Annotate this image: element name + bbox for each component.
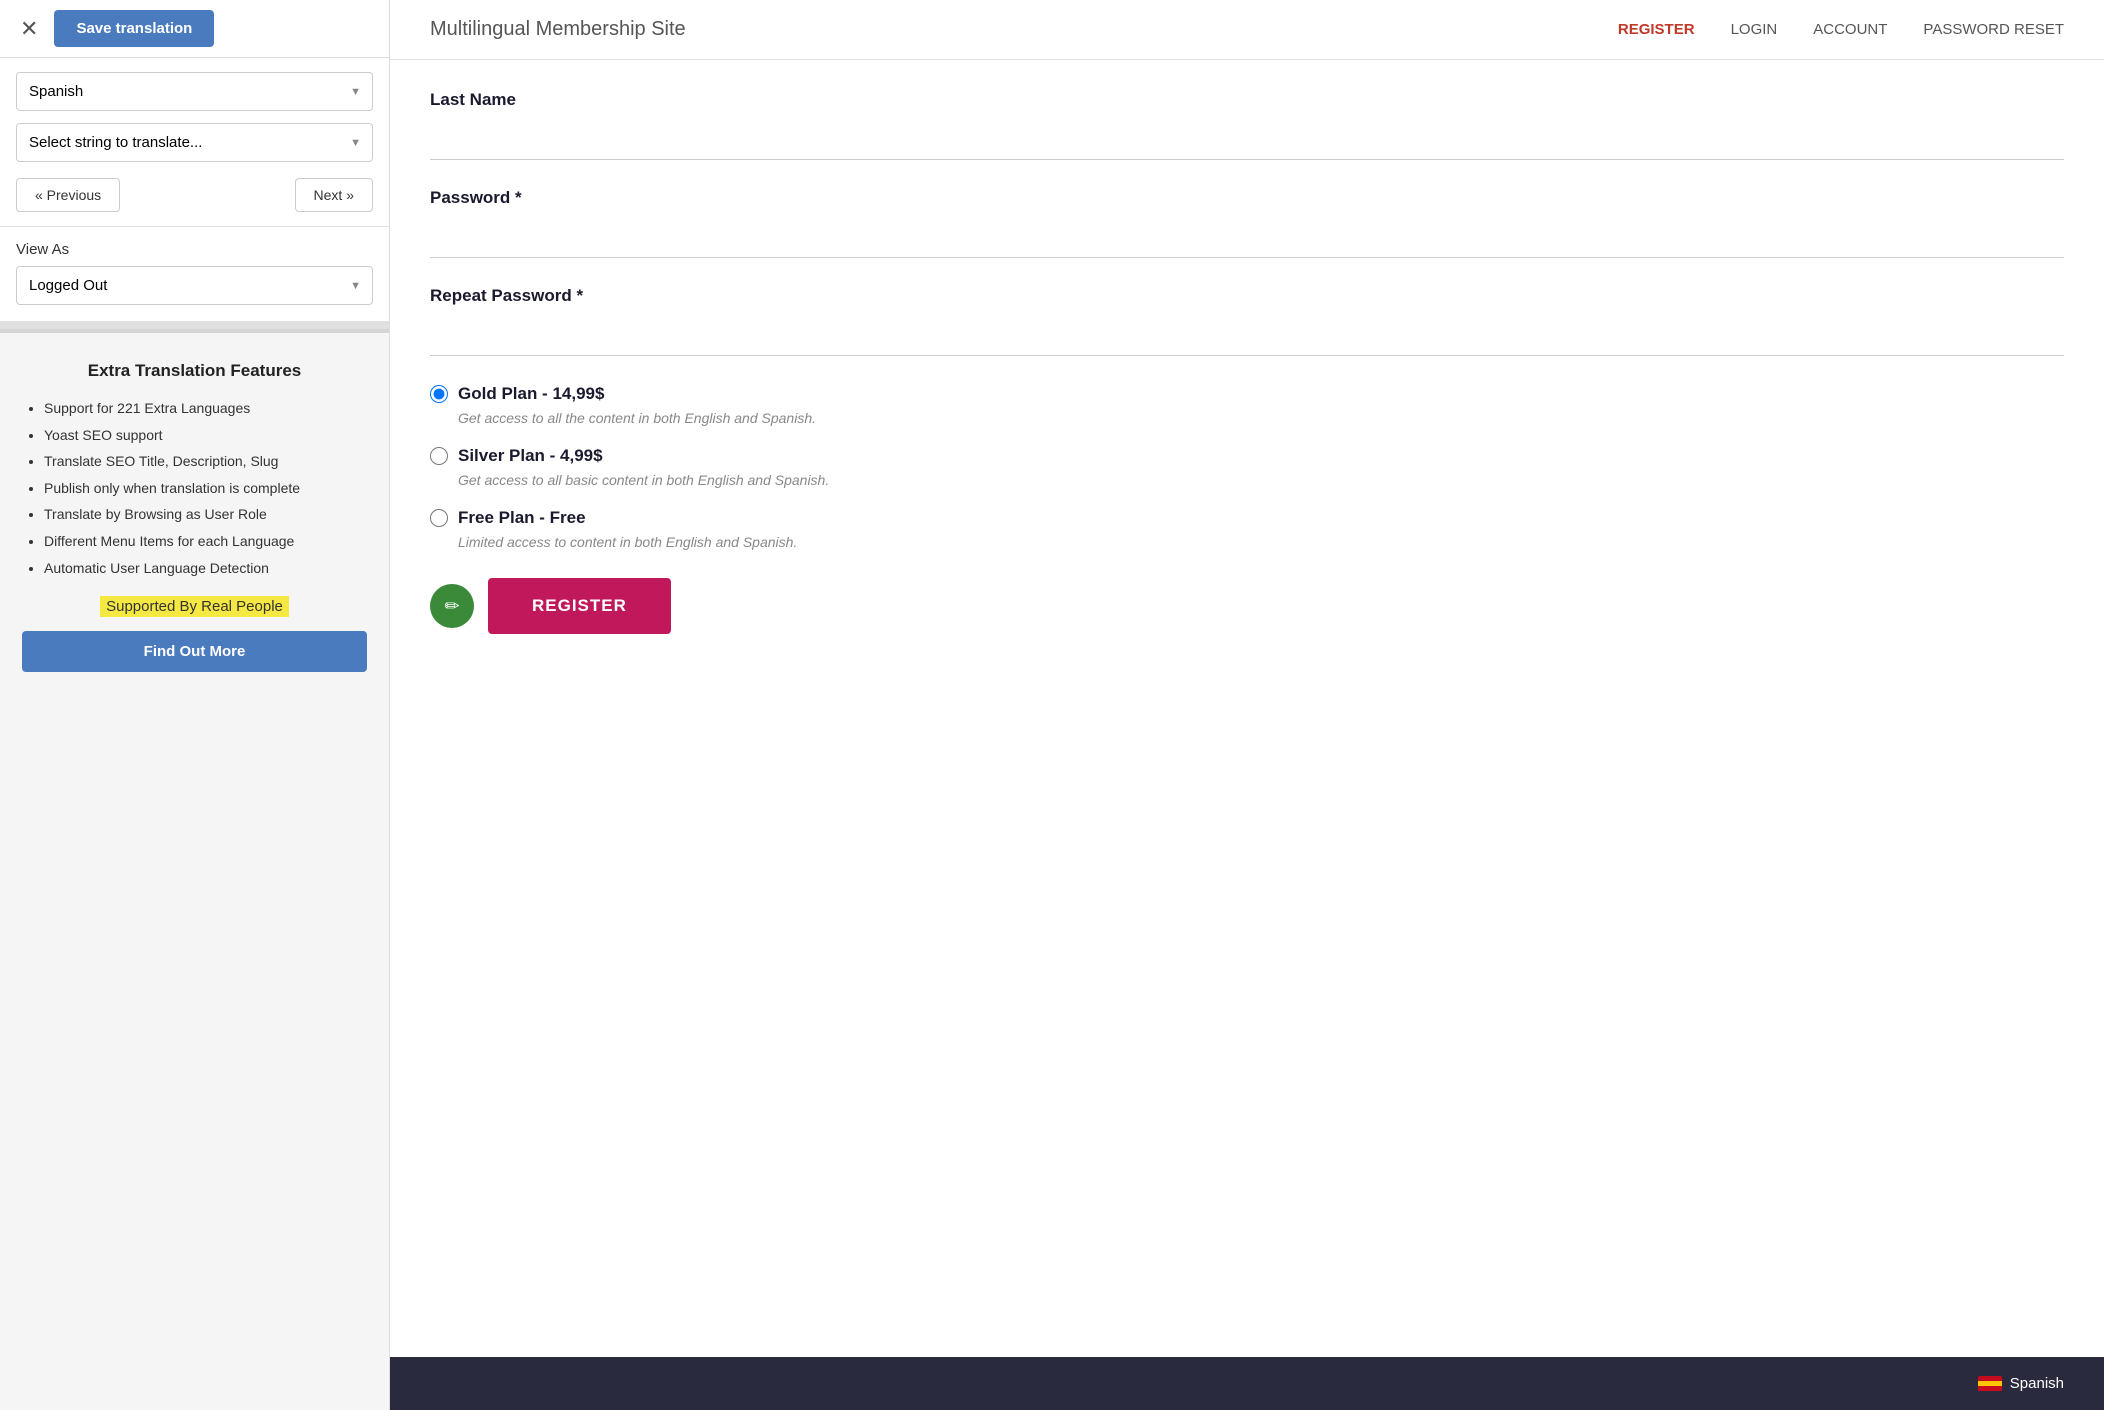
features-list: Support for 221 Extra Languages Yoast SE… [22, 399, 367, 578]
features-title: Extra Translation Features [22, 361, 367, 381]
site-nav: REGISTER LOGIN ACCOUNT PASSWORD RESET [1618, 21, 2064, 38]
site-title: Multilingual Membership Site [430, 18, 1578, 41]
gold-plan-radio[interactable] [430, 385, 448, 403]
nav-account[interactable]: ACCOUNT [1813, 21, 1887, 38]
plans-section: Gold Plan - 14,99$ Get access to all the… [430, 384, 2064, 550]
language-select[interactable]: Spanish French German Italian Portuguese [16, 72, 373, 111]
list-item: Yoast SEO support [44, 426, 367, 446]
last-name-field: Last Name [430, 90, 2064, 160]
close-button[interactable]: ✕ [14, 14, 44, 44]
features-box: Extra Translation Features Support for 2… [0, 333, 389, 1410]
list-item: Publish only when translation is complet… [44, 479, 367, 499]
highlight-text: Supported By Real People [100, 596, 289, 617]
site-footer: Spanish [390, 1357, 2104, 1410]
spanish-flag-icon [1978, 1376, 2002, 1392]
list-item: Translate by Browsing as User Role [44, 505, 367, 525]
free-plan-desc: Limited access to content in both Englis… [458, 534, 2064, 550]
view-as-select[interactable]: Logged Out Logged In [16, 266, 373, 305]
string-select-wrapper: Select string to translate... [16, 123, 373, 162]
password-label: Password * [430, 188, 2064, 208]
next-button[interactable]: Next » [295, 178, 373, 212]
silver-plan-header: Silver Plan - 4,99$ [430, 446, 2064, 466]
main-content: Last Name Password * Repeat Password * G… [390, 60, 2104, 1357]
find-out-button[interactable]: Find Out More [22, 631, 367, 672]
silver-plan-radio[interactable] [430, 447, 448, 465]
silver-plan-name: Silver Plan - 4,99$ [458, 446, 603, 466]
free-plan-header: Free Plan - Free [430, 508, 2064, 528]
save-translation-button[interactable]: Save translation [54, 10, 214, 47]
divider [0, 321, 389, 329]
free-plan-radio[interactable] [430, 509, 448, 527]
repeat-password-field: Repeat Password * [430, 286, 2064, 356]
silver-plan: Silver Plan - 4,99$ Get access to all ba… [430, 446, 2064, 488]
list-item: Different Menu Items for each Language [44, 532, 367, 552]
list-item: Automatic User Language Detection [44, 559, 367, 579]
list-item: Translate SEO Title, Description, Slug [44, 452, 367, 472]
right-panel: Multilingual Membership Site REGISTER LO… [390, 0, 2104, 1410]
gold-plan-header: Gold Plan - 14,99$ [430, 384, 2064, 404]
nav-register[interactable]: REGISTER [1618, 21, 1695, 38]
silver-plan-desc: Get access to all basic content in both … [458, 472, 2064, 488]
nav-buttons: « Previous Next » [16, 178, 373, 212]
nav-password-reset[interactable]: PASSWORD RESET [1923, 21, 2064, 38]
footer-language-label: Spanish [2010, 1375, 2064, 1392]
edit-icon: ✏ [430, 584, 474, 628]
string-select[interactable]: Select string to translate... [16, 123, 373, 162]
repeat-password-input[interactable] [430, 316, 2064, 356]
language-select-wrapper: Spanish French German Italian Portuguese [16, 72, 373, 111]
register-button[interactable]: REGISTER [488, 578, 671, 634]
password-input[interactable] [430, 218, 2064, 258]
nav-login[interactable]: LOGIN [1731, 21, 1778, 38]
gold-plan: Gold Plan - 14,99$ Get access to all the… [430, 384, 2064, 426]
site-header: Multilingual Membership Site REGISTER LO… [390, 0, 2104, 60]
repeat-password-label: Repeat Password * [430, 286, 2064, 306]
view-as-label: View As [16, 241, 373, 258]
toolbar: ✕ Save translation [0, 0, 389, 58]
view-as-section: View As Logged Out Logged In [0, 227, 389, 321]
list-item: Support for 221 Extra Languages [44, 399, 367, 419]
panel-controls: Spanish French German Italian Portuguese… [0, 58, 389, 227]
last-name-input[interactable] [430, 120, 2064, 160]
previous-button[interactable]: « Previous [16, 178, 120, 212]
register-section: ✏ REGISTER [430, 578, 2064, 634]
free-plan-name: Free Plan - Free [458, 508, 586, 528]
language-switcher[interactable]: Spanish [1978, 1375, 2064, 1392]
left-panel: ✕ Save translation Spanish French German… [0, 0, 390, 1410]
last-name-label: Last Name [430, 90, 2064, 110]
view-as-select-wrapper: Logged Out Logged In [16, 266, 373, 305]
gold-plan-name: Gold Plan - 14,99$ [458, 384, 604, 404]
gold-plan-desc: Get access to all the content in both En… [458, 410, 2064, 426]
app-wrapper: ✕ Save translation Spanish French German… [0, 0, 2104, 1410]
password-field: Password * [430, 188, 2064, 258]
pencil-icon: ✏ [444, 596, 459, 617]
free-plan: Free Plan - Free Limited access to conte… [430, 508, 2064, 550]
